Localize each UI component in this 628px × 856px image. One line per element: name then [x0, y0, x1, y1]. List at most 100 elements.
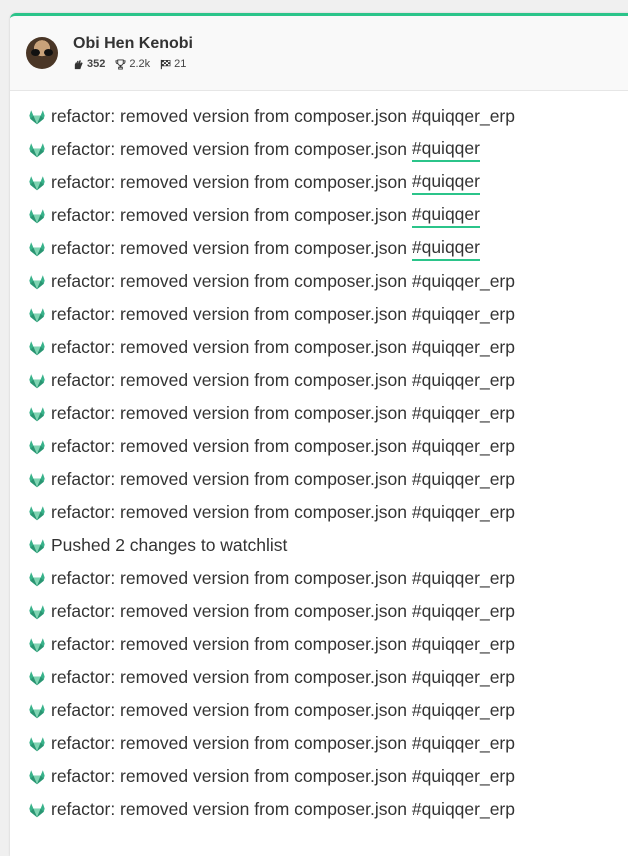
feed-item-text: refactor: removed version from composer.… [51, 766, 407, 786]
feed-item: refactor: removed version from composer.… [10, 760, 628, 793]
activity-feed: refactor: removed version from composer.… [10, 91, 628, 826]
project-tag: #quiqqer_erp [411, 667, 515, 687]
gitlab-fox-icon [29, 472, 45, 487]
feed-item: refactor: removed version from composer.… [10, 100, 628, 133]
feed-item-text: refactor: removed version from composer.… [51, 667, 407, 687]
feed-item-text: refactor: removed version from composer.… [51, 700, 407, 720]
gitlab-fox-icon [29, 274, 45, 289]
feed-item: refactor: removed version from composer.… [10, 199, 628, 232]
feed-item: refactor: removed version from composer.… [10, 661, 628, 694]
project-tag-link[interactable]: #quiqqer [411, 171, 480, 195]
feed-item: refactor: removed version from composer.… [10, 694, 628, 727]
gitlab-fox-icon [29, 571, 45, 586]
feed-item: refactor: removed version from composer.… [10, 166, 628, 199]
feed-item: refactor: removed version from composer.… [10, 133, 628, 166]
gitlab-fox-icon [29, 373, 45, 388]
gitlab-fox-icon [29, 142, 45, 157]
project-tag: #quiqqer_erp [411, 337, 515, 357]
gitlab-fox-icon [29, 703, 45, 718]
feed-item-text: refactor: removed version from composer.… [51, 568, 407, 588]
project-tag: #quiqqer_erp [411, 502, 515, 522]
feed-item: refactor: removed version from composer.… [10, 265, 628, 298]
username[interactable]: Obi Hen Kenobi [73, 35, 193, 53]
gitlab-fox-icon [29, 175, 45, 190]
user-stats: 352 2.2k 21 [73, 58, 186, 70]
project-tag-link[interactable]: #quiqqer [411, 237, 480, 261]
feed-item-text: refactor: removed version from composer.… [51, 106, 407, 126]
feed-item: refactor: removed version from composer.… [10, 496, 628, 529]
project-tag: #quiqqer_erp [411, 370, 515, 390]
gitlab-fox-icon [29, 340, 45, 355]
gitlab-fox-icon [29, 769, 45, 784]
project-tag: #quiqqer_erp [411, 304, 515, 324]
gitlab-fox-icon [29, 109, 45, 124]
project-tag: #quiqqer_erp [411, 601, 515, 621]
finishes-value: 21 [174, 58, 187, 70]
gitlab-fox-icon [29, 439, 45, 454]
gitlab-fox-icon [29, 505, 45, 520]
feed-item: refactor: removed version from composer.… [10, 364, 628, 397]
gitlab-fox-icon [29, 604, 45, 619]
feed-item: refactor: removed version from composer.… [10, 331, 628, 364]
trophies-stat: 2.2k [115, 58, 150, 70]
points-value: 352 [87, 58, 106, 70]
feed-item: refactor: removed version from composer.… [10, 232, 628, 265]
project-tag-link[interactable]: #quiqqer [411, 204, 480, 228]
hand-icon [74, 59, 83, 69]
feed-item: refactor: removed version from composer.… [10, 298, 628, 331]
project-tag-link[interactable]: #quiqqer [411, 138, 480, 162]
gitlab-fox-icon [29, 670, 45, 685]
feed-item-text: refactor: removed version from composer.… [51, 733, 407, 753]
feed-item: refactor: removed version from composer.… [10, 397, 628, 430]
project-tag: #quiqqer_erp [411, 733, 515, 753]
gitlab-fox-icon [29, 637, 45, 652]
project-tag: #quiqqer_erp [411, 106, 515, 126]
feed-item-text: refactor: removed version from composer.… [51, 370, 407, 390]
gitlab-fox-icon [29, 307, 45, 322]
feed-item-text: refactor: removed version from composer.… [51, 634, 407, 654]
feed-item: refactor: removed version from composer.… [10, 430, 628, 463]
finishes-stat: 21 [160, 58, 186, 70]
project-tag: #quiqqer_erp [411, 271, 515, 291]
project-tag: #quiqqer_erp [411, 634, 515, 654]
feed-item-text: refactor: removed version from composer.… [51, 403, 407, 423]
feed-item-text: refactor: removed version from composer.… [51, 601, 407, 621]
gitlab-fox-icon [29, 538, 45, 553]
checkered-flag-icon [160, 59, 171, 69]
project-tag: #quiqqer_erp [411, 766, 515, 786]
project-tag: #quiqqer_erp [411, 436, 515, 456]
feed-item-text: refactor: removed version from composer.… [51, 238, 407, 258]
avatar-glasses [31, 49, 53, 57]
feed-item-text: refactor: removed version from composer.… [51, 337, 407, 357]
feed-item-text: refactor: removed version from composer.… [51, 139, 407, 159]
gitlab-fox-icon [29, 406, 45, 421]
avatar[interactable] [26, 37, 58, 69]
feed-item: refactor: removed version from composer.… [10, 793, 628, 826]
feed-item-text: refactor: removed version from composer.… [51, 172, 407, 192]
feed-item: refactor: removed version from composer.… [10, 727, 628, 760]
project-tag: #quiqqer_erp [411, 799, 515, 819]
feed-item-text: refactor: removed version from composer.… [51, 304, 407, 324]
project-tag: #quiqqer_erp [411, 568, 515, 588]
feed-item: Pushed 2 changes to watchlist [10, 529, 628, 562]
feed-item-text: refactor: removed version from composer.… [51, 271, 407, 291]
feed-item-text: refactor: removed version from composer.… [51, 502, 407, 522]
project-tag: #quiqqer_erp [411, 469, 515, 489]
points-stat: 352 [73, 58, 105, 70]
feed-item-text: refactor: removed version from composer.… [51, 799, 407, 819]
trophy-icon [115, 58, 126, 70]
gitlab-fox-icon [29, 208, 45, 223]
project-tag: #quiqqer_erp [411, 403, 515, 423]
feed-item-text: Pushed 2 changes to watchlist [51, 535, 288, 555]
project-tag: #quiqqer_erp [411, 700, 515, 720]
feed-item: refactor: removed version from composer.… [10, 562, 628, 595]
user-activity-card: Obi Hen Kenobi 352 2.2k 21 refactor: rem… [10, 13, 628, 856]
feed-item: refactor: removed version from composer.… [10, 595, 628, 628]
trophies-value: 2.2k [129, 58, 151, 70]
feed-item-text: refactor: removed version from composer.… [51, 436, 407, 456]
feed-item-text: refactor: removed version from composer.… [51, 469, 407, 489]
gitlab-fox-icon [29, 736, 45, 751]
feed-item-text: refactor: removed version from composer.… [51, 205, 407, 225]
gitlab-fox-icon [29, 802, 45, 817]
profile-header: Obi Hen Kenobi 352 2.2k 21 [10, 16, 628, 91]
